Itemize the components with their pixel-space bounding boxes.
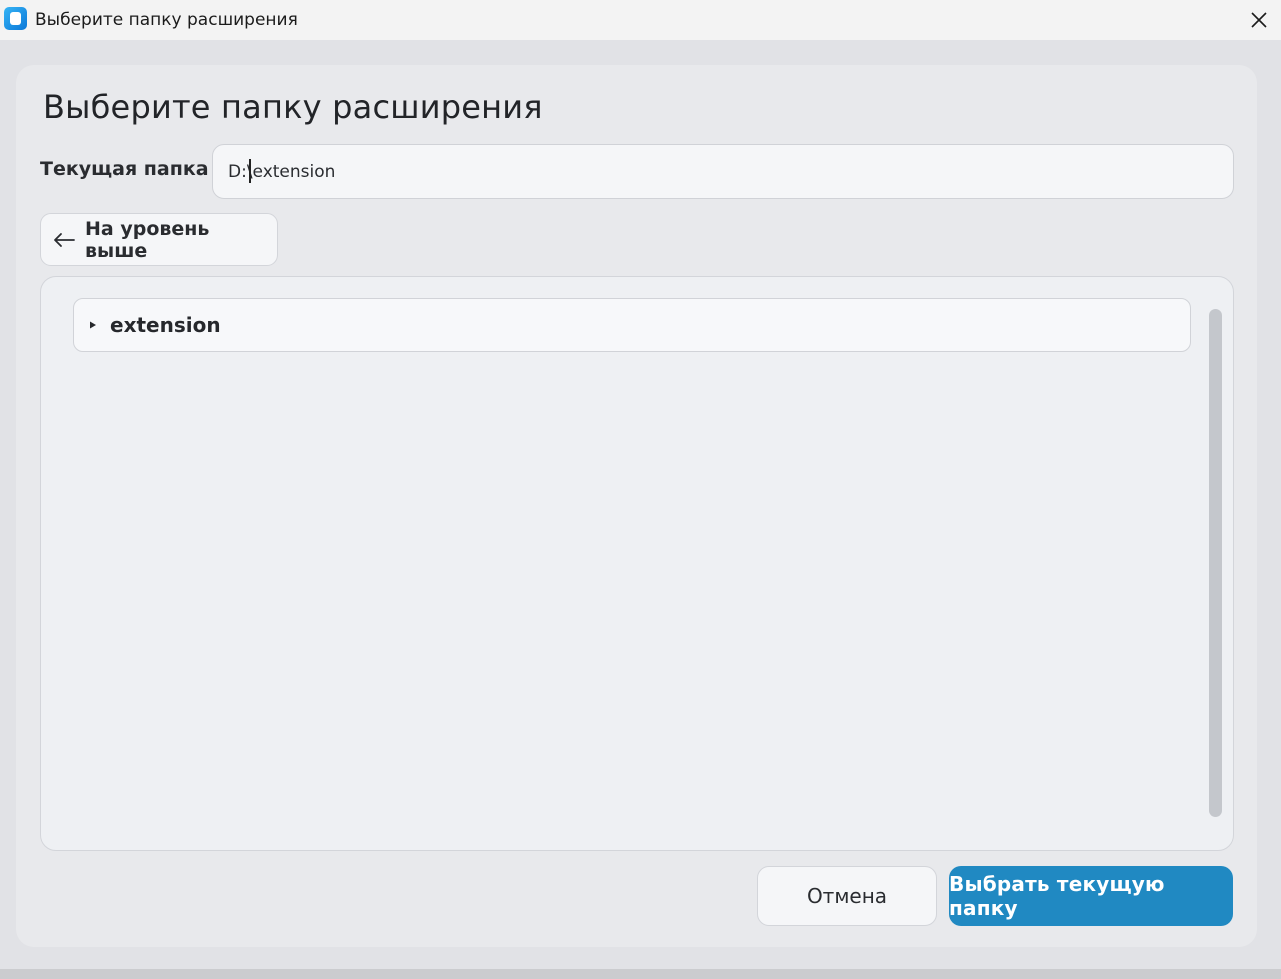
text-caret [249,159,251,183]
window-title: Выберите папку расширения [35,10,298,30]
expand-triangle-icon[interactable] [88,320,98,330]
title-bar: Выберите папку расширения [0,0,1281,40]
close-button[interactable] [1236,0,1281,40]
current-folder-label: Текущая папка [40,158,209,180]
go-up-button[interactable]: На уровень выше [40,213,278,266]
folder-item-extension[interactable]: extension [73,298,1191,352]
cancel-button[interactable]: Отмена [757,866,937,926]
close-icon [1250,12,1267,28]
dialog-window: Выберите папку расширения Выберите папку… [0,0,1281,979]
folder-name: extension [110,313,221,337]
select-current-folder-button[interactable]: Выбрать текущую папку [949,866,1233,926]
go-up-label: На уровень выше [85,217,210,262]
app-icon [4,7,27,30]
arrow-left-icon [53,232,75,248]
dialog-heading: Выберите папку расширения [43,88,543,126]
folder-list [40,276,1234,851]
window-bottom-edge [0,969,1281,979]
scrollbar[interactable] [1209,309,1222,817]
current-folder-input[interactable] [212,144,1234,199]
